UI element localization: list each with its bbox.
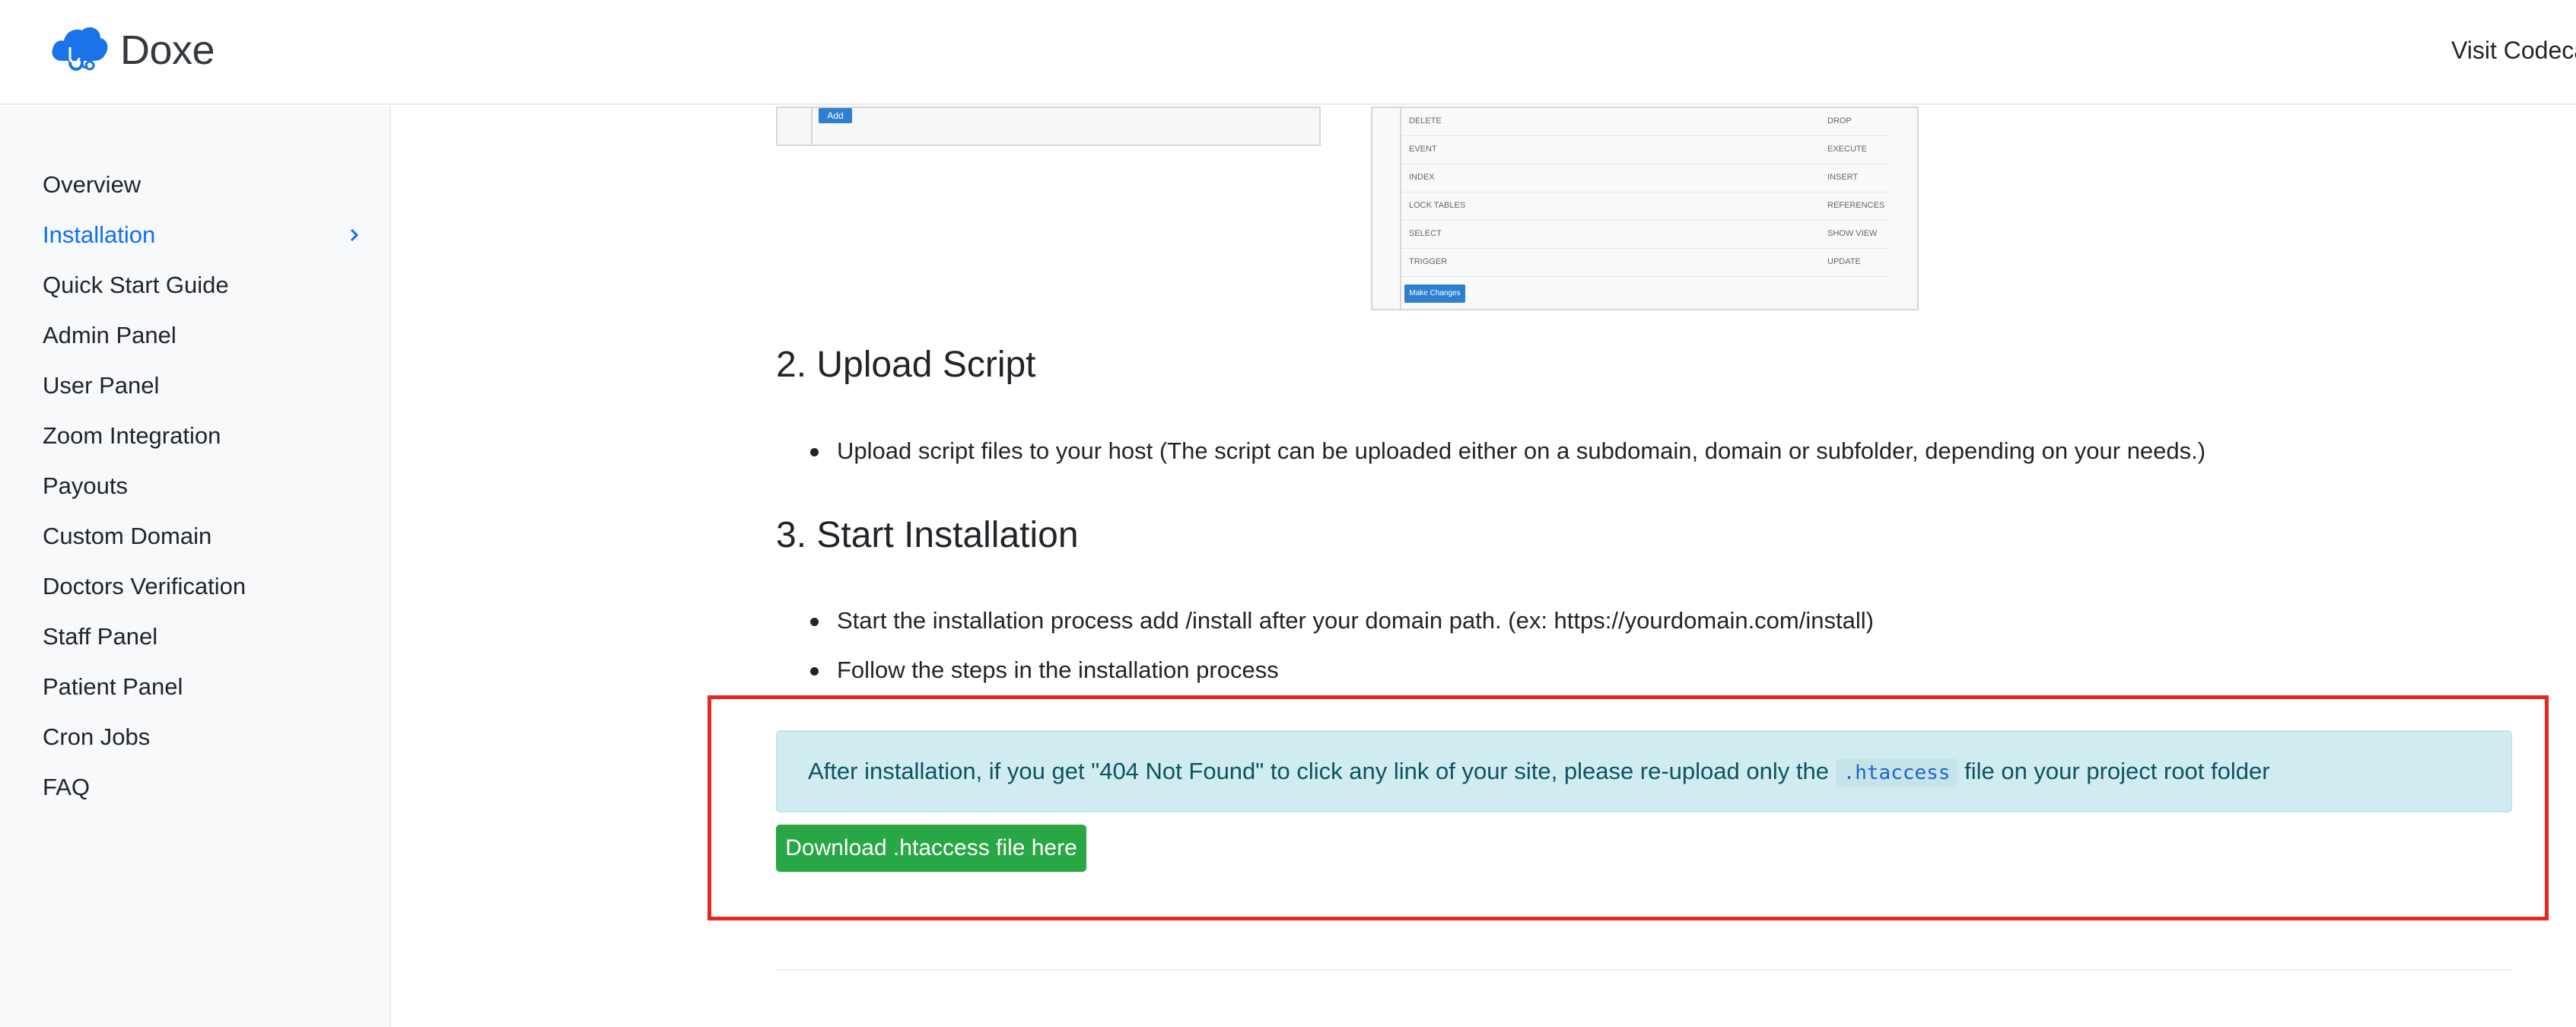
- sidebar-nav: Overview Installation Quick Start Guide …: [43, 160, 362, 812]
- screenshot-add-button: Add: [819, 108, 852, 123]
- privilege-left: SELECT: [1409, 229, 1442, 238]
- sidebar-item-installation[interactable]: Installation: [43, 210, 362, 260]
- sidebar-item-overview[interactable]: Overview: [43, 160, 362, 210]
- privilege-row: TRIGGER UPDATE: [1401, 249, 1890, 277]
- sidebar-item-doctors-verification[interactable]: Doctors Verification: [43, 561, 362, 612]
- privilege-row: EVENT EXECUTE: [1401, 136, 1890, 164]
- privilege-row: DELETE DROP: [1401, 108, 1890, 136]
- privilege-left: EVENT: [1409, 145, 1437, 154]
- sidebar-item-payouts[interactable]: Payouts: [43, 461, 362, 511]
- privilege-left: INDEX: [1409, 173, 1435, 182]
- sidebar-item-zoom-integration[interactable]: Zoom Integration: [43, 411, 362, 461]
- screenshot-divider: [811, 108, 813, 146]
- embedded-screenshot-privileges: DELETE DROP EVENT EXECUTE INDEX INSERT L…: [1371, 107, 1919, 310]
- sidebar-item-admin-panel[interactable]: Admin Panel: [43, 310, 362, 361]
- privilege-row: SELECT SHOW VIEW: [1401, 221, 1890, 249]
- sidebar-item-staff-panel[interactable]: Staff Panel: [43, 612, 362, 662]
- embedded-screenshot-add-user: Add: [776, 107, 1321, 146]
- screenshot-side-column: [1372, 108, 1401, 310]
- section-title-upload-script: 2. Upload Script: [776, 345, 1036, 385]
- cloud-stethoscope-icon: [52, 27, 108, 71]
- privilege-right: DROP: [1827, 116, 1852, 126]
- sidebar-item-patient-panel[interactable]: Patient Panel: [43, 662, 362, 712]
- privilege-row: LOCK TABLES REFERENCES: [1401, 192, 1890, 221]
- content-divider: [776, 969, 2512, 971]
- brand[interactable]: Doxe: [47, 18, 215, 82]
- alert-text-after: file on your project root folder: [1957, 758, 2270, 784]
- sidebar: Overview Installation Quick Start Guide …: [0, 107, 391, 1027]
- sidebar-item-cron-jobs[interactable]: Cron Jobs: [43, 712, 362, 762]
- download-htaccess-button[interactable]: Download .htaccess file here: [776, 825, 1086, 872]
- section-title-start-installation: 3. Start Installation: [776, 515, 1079, 555]
- list-item: Start the installation process add /inst…: [776, 596, 1874, 645]
- list-item: Upload script files to your host (The sc…: [776, 426, 2206, 475]
- privilege-left: LOCK TABLES: [1409, 201, 1466, 210]
- htaccess-code: .htaccess: [1835, 758, 1958, 787]
- list-item: Follow the steps in the installation pro…: [776, 645, 1874, 695]
- privilege-right: INSERT: [1827, 173, 1859, 182]
- install-bullet-list: Start the installation process add /inst…: [776, 596, 1874, 695]
- sidebar-item-user-panel[interactable]: User Panel: [43, 361, 362, 411]
- info-alert: After installation, if you get "404 Not …: [776, 730, 2512, 812]
- top-navbar: Doxe Visit Codeca: [0, 0, 2576, 105]
- screenshot-make-changes-button: Make Changes: [1404, 285, 1465, 303]
- chevron-right-icon: [350, 228, 359, 242]
- sidebar-item-faq[interactable]: FAQ: [43, 762, 362, 812]
- sidebar-item-label: Installation: [43, 221, 156, 248]
- privilege-right: EXECUTE: [1827, 145, 1867, 154]
- privilege-left: DELETE: [1409, 116, 1442, 126]
- main-content: Add DELETE DROP EVENT EXECUTE INDEX INSE…: [391, 107, 2576, 1027]
- sidebar-item-quick-start-guide[interactable]: Quick Start Guide: [43, 260, 362, 310]
- privilege-left: TRIGGER: [1409, 257, 1448, 266]
- privilege-right: UPDATE: [1827, 257, 1861, 266]
- alert-text-before: After installation, if you get "404 Not …: [808, 758, 1836, 784]
- sidebar-item-custom-domain[interactable]: Custom Domain: [43, 511, 362, 561]
- privilege-row: INDEX INSERT: [1401, 164, 1890, 192]
- visit-link[interactable]: Visit Codeca: [2451, 37, 2576, 65]
- privilege-right: REFERENCES: [1827, 201, 1885, 210]
- privilege-right: SHOW VIEW: [1827, 229, 1878, 238]
- brand-name: Doxe: [120, 27, 215, 73]
- upload-bullet-list: Upload script files to your host (The sc…: [776, 426, 2206, 475]
